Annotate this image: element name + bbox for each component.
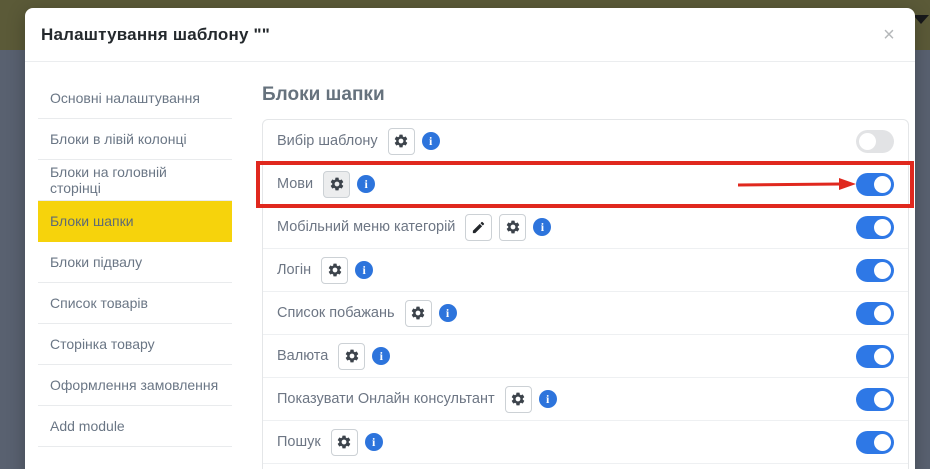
row-label: Пошук — [277, 434, 321, 450]
info-icon[interactable]: i — [539, 390, 557, 408]
settings-row: Вибір шаблону i — [263, 120, 908, 163]
toggle-knob — [859, 133, 876, 150]
sidebar-item-footer-blocks[interactable]: Блоки підвалу — [38, 242, 232, 283]
settings-row: Пошук i — [263, 421, 908, 464]
sidebar-item-product-page[interactable]: Сторінка товару — [38, 324, 232, 365]
sidebar-item-label: Список товарів — [50, 295, 148, 311]
toggle[interactable] — [856, 216, 894, 239]
sidebar-item-label: Блоки на головній сторінці — [50, 164, 220, 196]
info-icon[interactable]: i — [533, 218, 551, 236]
template-settings-modal: Налаштування шаблону "" × Основні налашт… — [25, 8, 915, 469]
row-label: Мови — [277, 176, 313, 192]
sidebar-item-checkout[interactable]: Оформлення замовлення — [38, 365, 232, 406]
info-icon[interactable]: i — [439, 304, 457, 322]
row-label: Список побажань — [277, 305, 395, 321]
gear-icon[interactable] — [338, 343, 365, 370]
sidebar-item-main-settings[interactable]: Основні налаштування — [38, 78, 232, 119]
settings-row: Логін i — [263, 249, 908, 292]
settings-row: Мобільний меню категорій i — [263, 206, 908, 249]
sidebar-item-header-blocks[interactable]: Блоки шапки — [38, 201, 232, 242]
sidebar-item-home-page-blocks[interactable]: Блоки на головній сторінці — [38, 160, 232, 201]
modal-header: Налаштування шаблону "" × — [25, 8, 915, 62]
page-title: Блоки шапки — [262, 84, 909, 106]
annotation-arrow-icon — [736, 176, 856, 192]
sidebar-item-label: Блоки шапки — [50, 213, 134, 229]
toggle-knob — [874, 391, 891, 408]
toggle[interactable] — [856, 345, 894, 368]
row-label: Мобільний меню категорій — [277, 219, 455, 235]
row-label: Показувати Онлайн консультант — [277, 391, 495, 407]
toggle[interactable] — [856, 130, 894, 153]
modal-title: Налаштування шаблону "" — [41, 25, 270, 45]
modal-body: Основні налаштування Блоки в лівій колон… — [25, 62, 915, 469]
settings-content: Блоки шапки Вибір шаблону i Мови i — [262, 62, 909, 469]
toggle[interactable] — [856, 431, 894, 454]
sidebar-item-add-module[interactable]: Add module — [38, 406, 232, 447]
toggle[interactable] — [856, 173, 894, 196]
toggle-knob — [874, 434, 891, 451]
gear-icon[interactable] — [323, 171, 350, 198]
toggle[interactable] — [856, 259, 894, 282]
toggle-knob — [874, 348, 891, 365]
sidebar-item-label: Add module — [50, 418, 125, 434]
toggle-knob — [874, 176, 891, 193]
header-blocks-panel: Вибір шаблону i Мови i Мобільний меню ка… — [262, 119, 909, 469]
sidebar-item-label: Основні налаштування — [50, 90, 200, 106]
settings-sidebar: Основні налаштування Блоки в лівій колон… — [38, 62, 232, 447]
toggle-knob — [874, 219, 891, 236]
gear-icon[interactable] — [331, 429, 358, 456]
sidebar-item-label: Сторінка товару — [50, 336, 155, 352]
sidebar-item-label: Блоки в лівій колонці — [50, 131, 187, 147]
close-icon[interactable]: × — [879, 25, 899, 45]
toggle[interactable] — [856, 302, 894, 325]
sidebar-item-label: Оформлення замовлення — [50, 377, 218, 393]
page-backdrop: { "window": { "title": "Налаштування шаб… — [0, 0, 930, 469]
gear-icon[interactable] — [505, 386, 532, 413]
gear-icon[interactable] — [499, 214, 526, 241]
gear-icon[interactable] — [321, 257, 348, 284]
settings-row-partial — [263, 464, 908, 469]
settings-row: Показувати Онлайн консультант i — [263, 378, 908, 421]
toggle[interactable] — [856, 388, 894, 411]
pencil-icon[interactable] — [465, 214, 492, 241]
info-icon[interactable]: i — [422, 132, 440, 150]
sidebar-item-left-column-blocks[interactable]: Блоки в лівій колонці — [38, 119, 232, 160]
info-icon[interactable]: i — [372, 347, 390, 365]
settings-row: Список побажань i — [263, 292, 908, 335]
sidebar-item-product-list[interactable]: Список товарів — [38, 283, 232, 324]
toggle-knob — [874, 262, 891, 279]
info-icon[interactable]: i — [365, 433, 383, 451]
sidebar-item-label: Блоки підвалу — [50, 254, 142, 270]
info-icon[interactable]: i — [357, 175, 375, 193]
toggle-knob — [874, 305, 891, 322]
row-label: Логін — [277, 262, 311, 278]
settings-row: Мови i — [263, 163, 908, 206]
background-dropdown-caret-icon — [913, 15, 929, 24]
gear-icon[interactable] — [388, 128, 415, 155]
row-label: Валюта — [277, 348, 328, 364]
settings-row: Валюта i — [263, 335, 908, 378]
info-icon[interactable]: i — [355, 261, 373, 279]
row-label: Вибір шаблону — [277, 133, 378, 149]
gear-icon[interactable] — [405, 300, 432, 327]
